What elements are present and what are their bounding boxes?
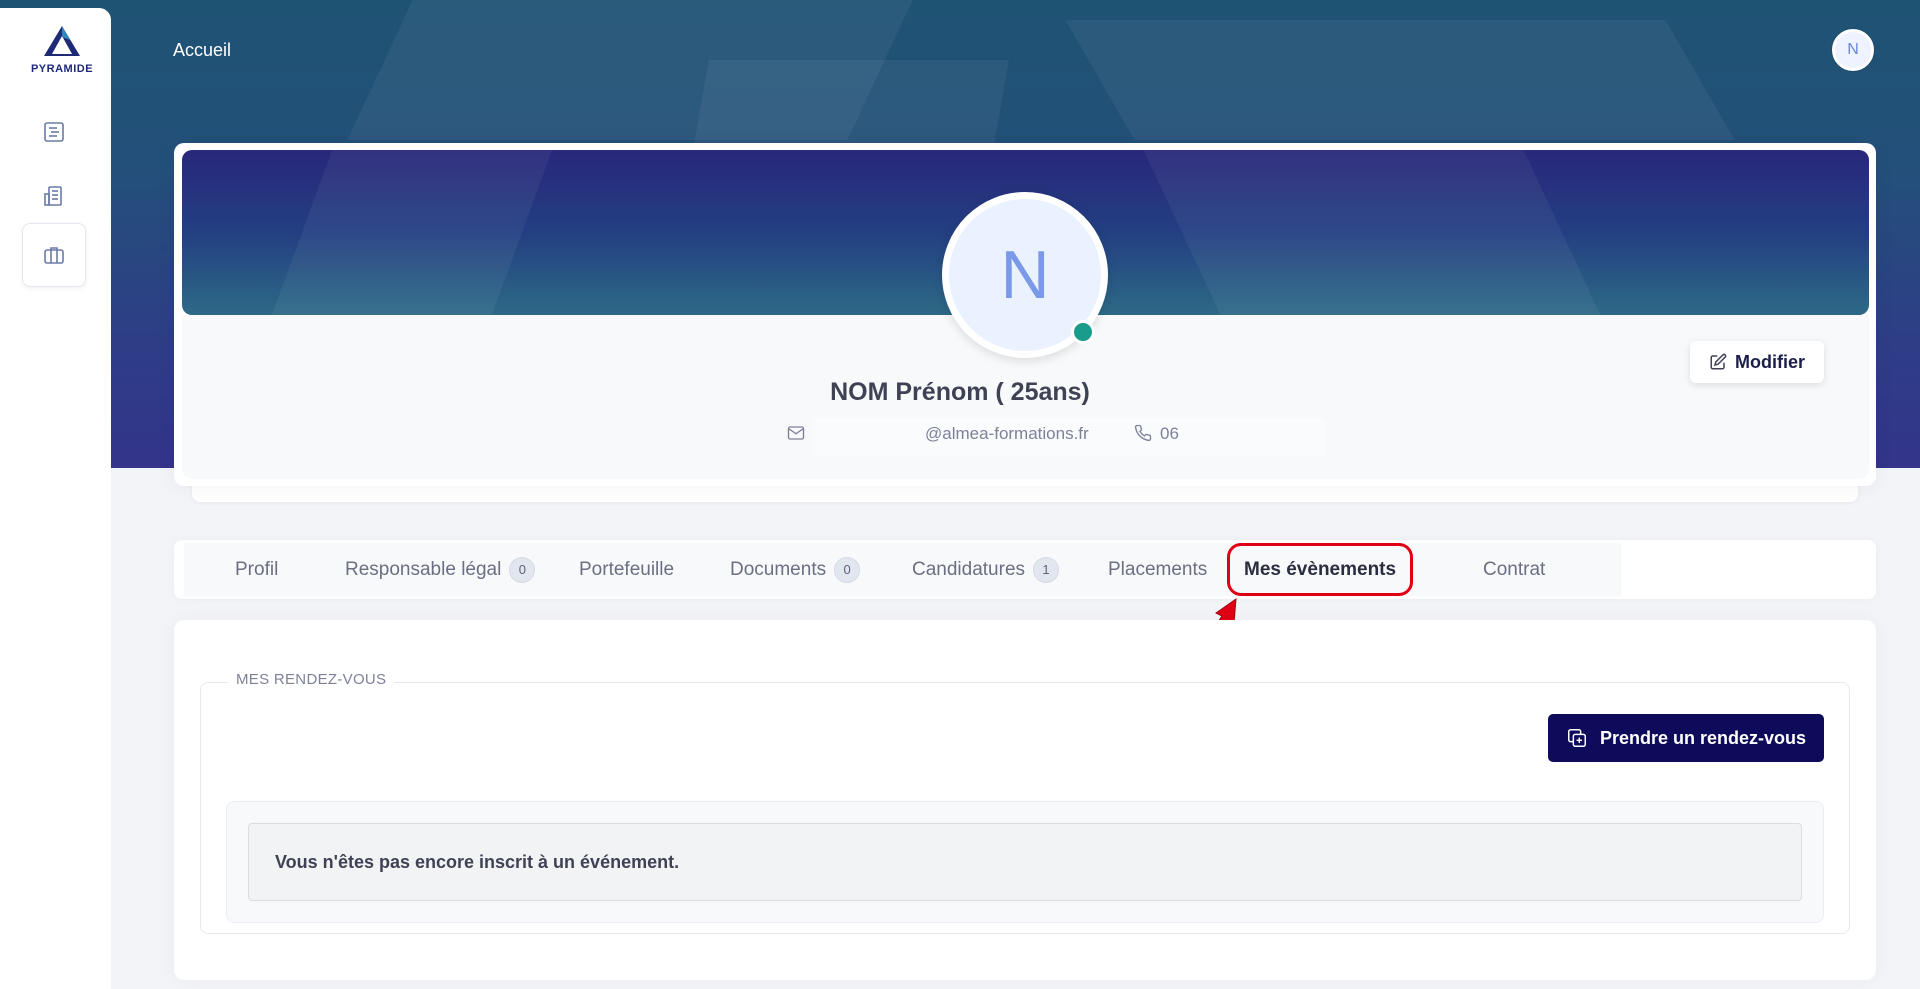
empty-state-message: Vous n'êtes pas encore inscrit à un évén… [248,823,1802,901]
tab-candidatures[interactable]: Candidatures 1 [912,540,1060,599]
tab-label: Contrat [1483,558,1546,580]
list-icon [44,122,64,142]
user-avatar[interactable]: N [1832,29,1874,71]
sidebar-item-list[interactable] [22,100,86,164]
profile-phone[interactable]: 06 [1160,424,1179,444]
tab-label: Profil [235,558,279,580]
tab-contrat[interactable]: Contrat [1483,540,1545,599]
tab-label: Candidatures [912,558,1026,580]
count-badge: 0 [834,556,861,583]
edit-profile-label: Modifier [1735,351,1805,372]
count-badge: 0 [509,556,536,583]
phone-icon [1134,424,1152,442]
briefcase-icon [44,247,64,264]
sidebar-item-companies[interactable] [22,164,86,228]
profile-email[interactable]: @almea-formations.fr [925,424,1089,444]
app-logo[interactable]: PYRAMIDE [30,24,94,80]
edit-icon [1710,353,1727,370]
sidebar-item-jobs[interactable] [22,223,86,287]
tab-label: Placements [1108,558,1208,580]
edit-profile-button[interactable]: Modifier [1690,341,1824,383]
app-logo-text: PYRAMIDE [30,63,94,75]
annotation-highlight-box [1227,543,1413,596]
section-title: MES RENDEZ-VOUS [228,671,395,688]
tab-portefeuille[interactable]: Portefeuille [579,540,674,599]
mail-icon [787,426,805,440]
sidebar: PYRAMIDE [0,8,111,989]
breadcrumb[interactable]: Accueil [173,40,231,61]
count-badge: 1 [1033,556,1060,583]
book-appointment-button[interactable]: Prendre un rendez-vous [1548,714,1824,762]
tab-label: Portefeuille [579,558,675,580]
tab-documents[interactable]: Documents 0 [730,540,861,599]
online-status-indicator [1071,320,1095,344]
pyramid-logo-icon [44,26,80,56]
tab-responsable-legal[interactable]: Responsable légal 0 [345,540,536,599]
tab-profil[interactable]: Profil [235,540,278,599]
calendar-add-icon [1567,729,1586,747]
tab-label: Documents [730,558,827,580]
profile-name: NOM Prénom ( 25ans) [830,378,1090,406]
tab-label: Responsable légal [345,558,502,580]
tab-placements[interactable]: Placements [1108,540,1207,599]
building-icon [44,186,62,206]
book-appointment-label: Prendre un rendez-vous [1599,727,1807,748]
